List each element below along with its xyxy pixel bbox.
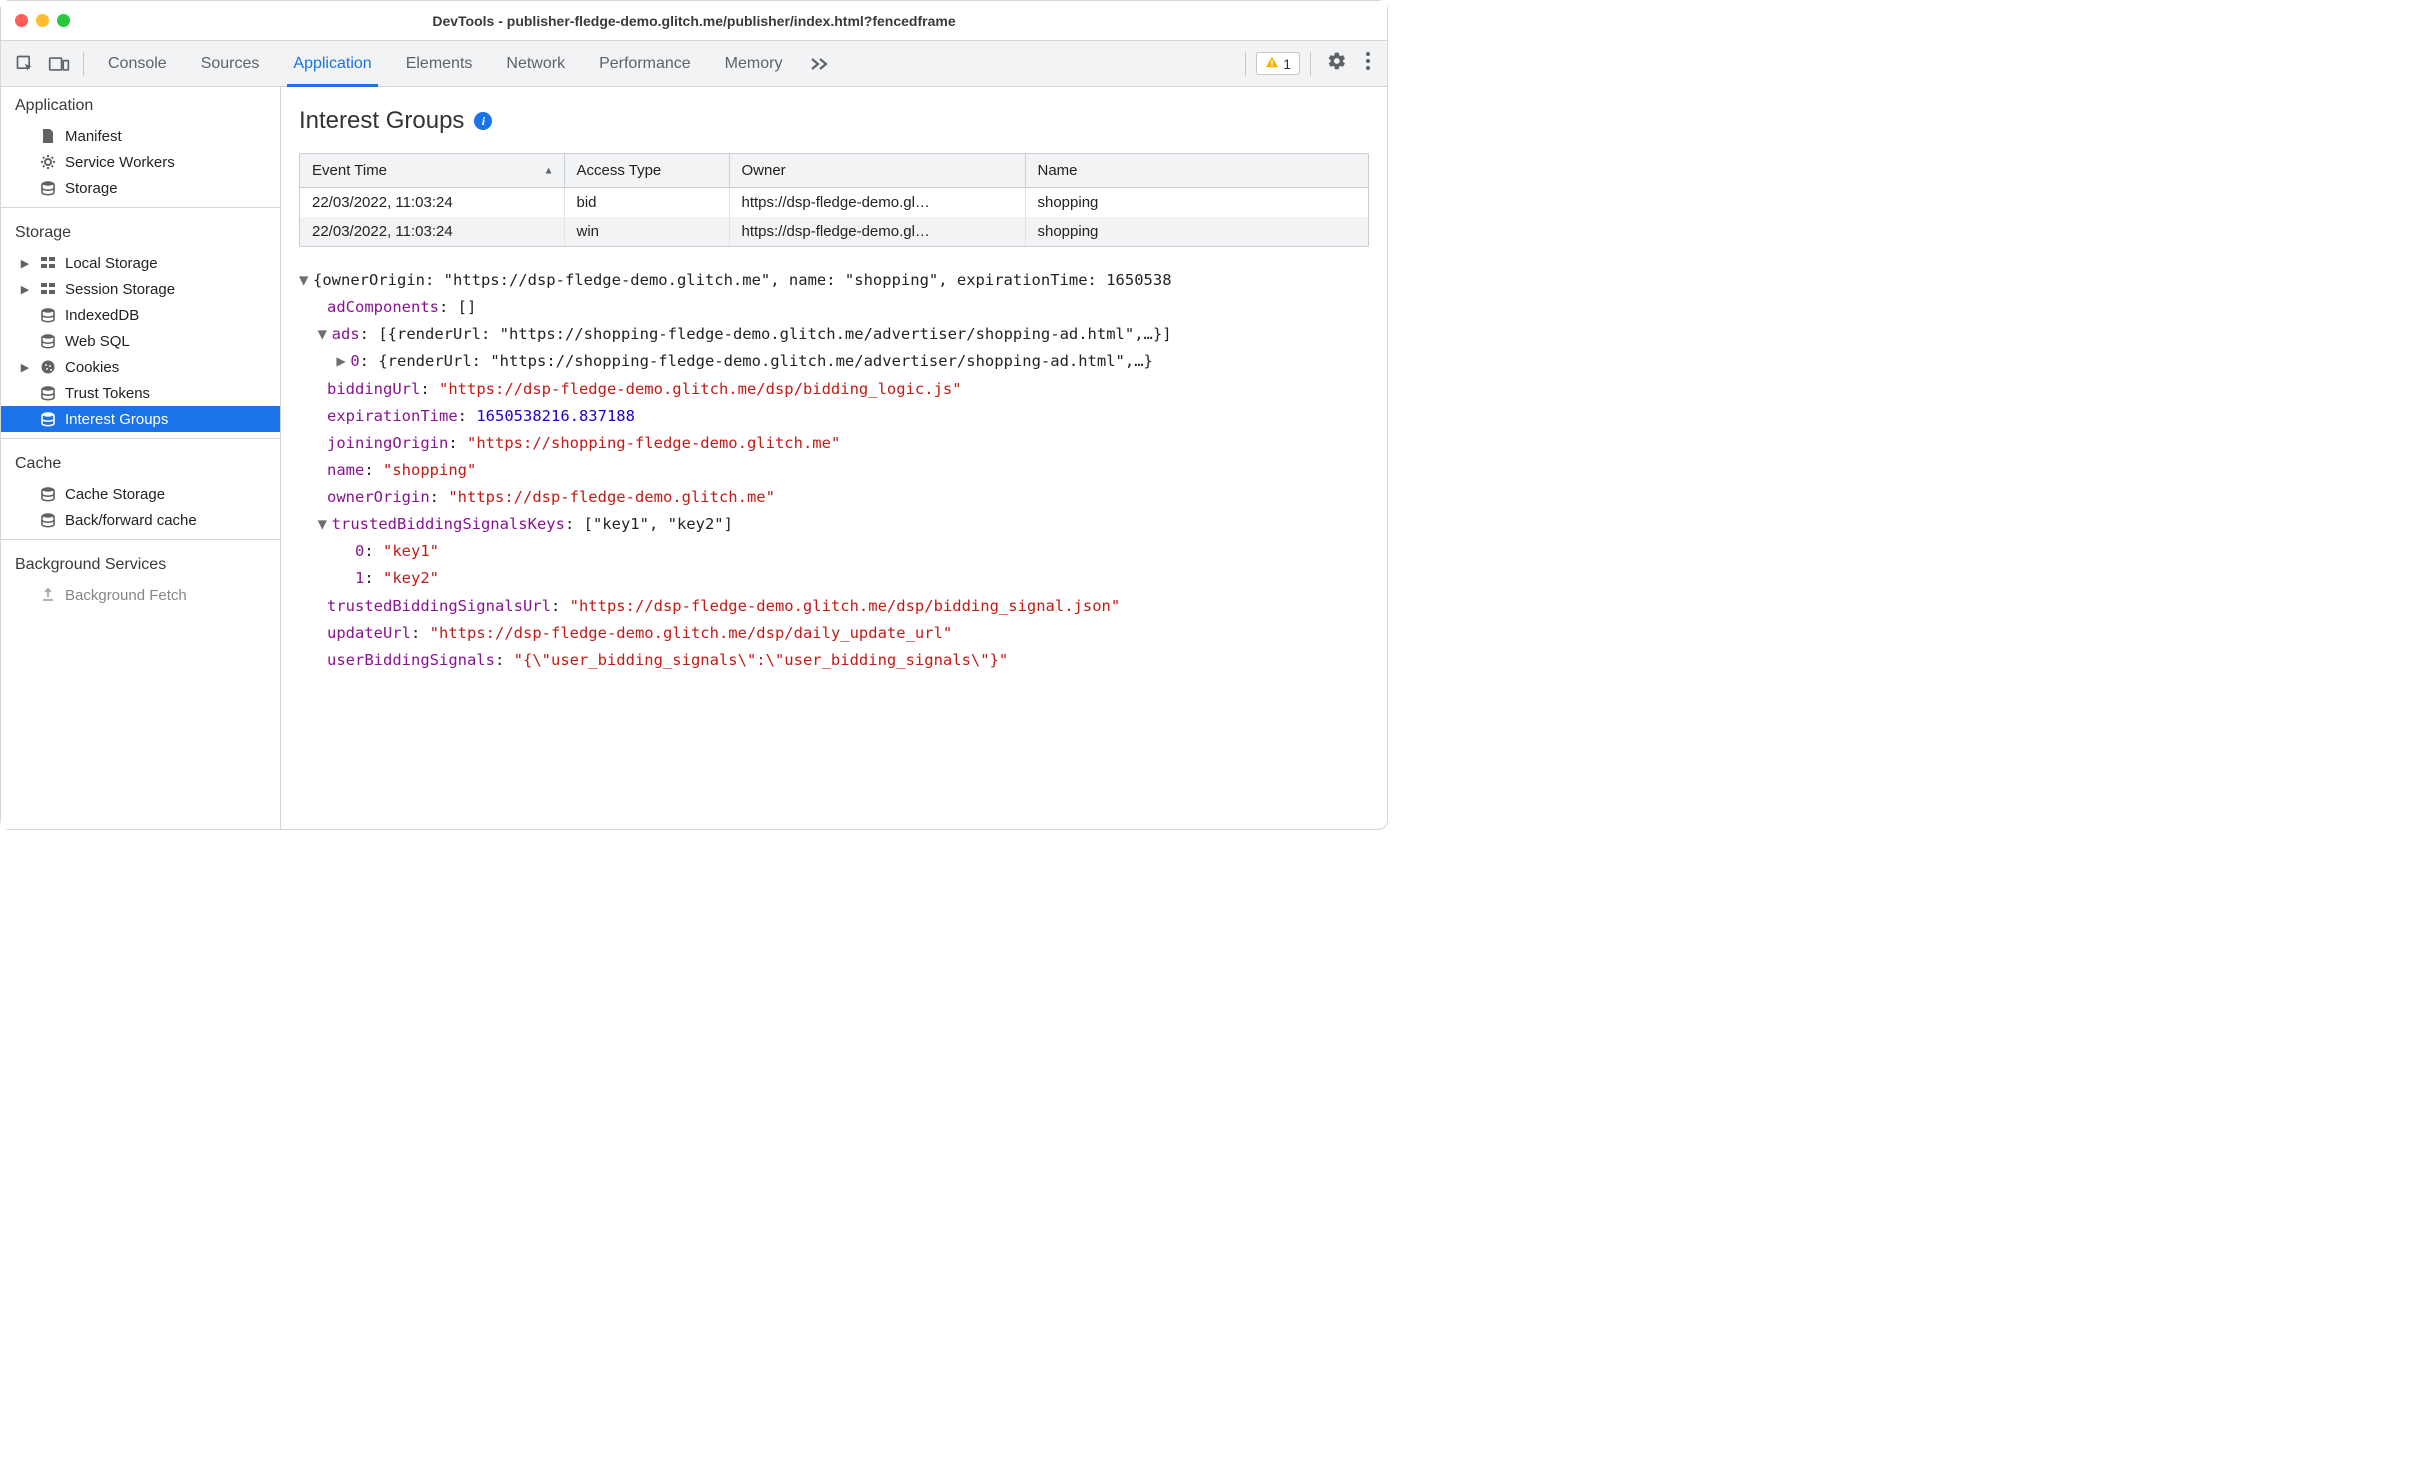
- database-icon: [39, 384, 57, 402]
- window-controls: [15, 14, 70, 27]
- devtools-toolbar: Console Sources Application Elements Net…: [1, 41, 1387, 87]
- database-icon: [39, 485, 57, 503]
- application-sidebar: Application Manifest Service Workers Sto…: [1, 87, 281, 829]
- settings-button[interactable]: [1321, 51, 1353, 76]
- close-window-button[interactable]: [15, 14, 28, 27]
- object-tree[interactable]: ▼{ownerOrigin: "https://dsp-fledge-demo.…: [299, 267, 1369, 674]
- database-icon: [39, 511, 57, 529]
- panel-title: Interest Groups: [299, 107, 464, 135]
- device-toolbar-icon[interactable]: [45, 50, 73, 78]
- workspace: Application Manifest Service Workers Sto…: [1, 87, 1387, 829]
- section-title-storage: Storage: [1, 214, 280, 250]
- object-tree-line[interactable]: userBiddingSignals: "{\"user_bidding_sig…: [299, 647, 1369, 674]
- object-tree-line[interactable]: joiningOrigin: "https://shopping-fledge-…: [299, 430, 1369, 457]
- object-tree-line[interactable]: 1: "key2": [299, 565, 1369, 592]
- object-tree-line[interactable]: 0: "key1": [299, 538, 1369, 565]
- expand-icon[interactable]: ▶: [19, 257, 31, 270]
- toolbar-divider: [1310, 52, 1311, 76]
- section-title-cache: Cache: [1, 445, 280, 481]
- table-header-owner[interactable]: Owner: [729, 154, 1025, 188]
- toolbar-divider: [1245, 52, 1246, 76]
- tab-elements[interactable]: Elements: [392, 41, 487, 87]
- inspect-element-icon[interactable]: [11, 50, 39, 78]
- file-icon: [39, 127, 57, 145]
- more-tabs-button[interactable]: [802, 57, 838, 71]
- sidebar-item-local-storage[interactable]: ▶ Local Storage: [1, 250, 280, 276]
- window-titlebar: DevTools - publisher-fledge-demo.glitch.…: [1, 1, 1387, 41]
- expand-icon[interactable]: ▶: [19, 361, 31, 374]
- sidebar-divider: [1, 207, 280, 208]
- main-panel: Interest Groups i Event Time ▲ Access Ty…: [281, 87, 1387, 829]
- cookie-icon: [39, 358, 57, 376]
- toolbar-divider: [83, 52, 84, 76]
- tab-console[interactable]: Console: [94, 41, 181, 87]
- sidebar-item-trust-tokens[interactable]: Trust Tokens: [1, 380, 280, 406]
- tab-performance[interactable]: Performance: [585, 41, 705, 87]
- sidebar-item-background-fetch[interactable]: Background Fetch: [1, 582, 280, 608]
- sidebar-item-cache-storage[interactable]: Cache Storage: [1, 481, 280, 507]
- sort-asc-icon: ▲: [544, 165, 554, 176]
- object-tree-line[interactable]: ownerOrigin: "https://dsp-fledge-demo.gl…: [299, 484, 1369, 511]
- database-icon: [39, 179, 57, 197]
- object-tree-line[interactable]: trustedBiddingSignalsUrl: "https://dsp-f…: [299, 593, 1369, 620]
- expand-icon[interactable]: ▶: [19, 283, 31, 296]
- database-icon: [39, 306, 57, 324]
- tab-memory[interactable]: Memory: [711, 41, 797, 87]
- gear-icon: [39, 153, 57, 171]
- info-icon[interactable]: i: [474, 112, 492, 130]
- table-row[interactable]: 22/03/2022, 11:03:24 win https://dsp-fle…: [300, 217, 1368, 246]
- issues-count: 1: [1283, 56, 1291, 72]
- issues-badge[interactable]: 1: [1256, 52, 1300, 75]
- tab-sources[interactable]: Sources: [187, 41, 274, 87]
- sidebar-divider: [1, 438, 280, 439]
- panel-header: Interest Groups i: [299, 101, 1369, 153]
- object-tree-line[interactable]: ▼ads: [{renderUrl: "https://shopping-fle…: [299, 321, 1369, 348]
- grid-icon: [39, 280, 57, 298]
- grid-icon: [39, 254, 57, 272]
- window-title: DevTools - publisher-fledge-demo.glitch.…: [1, 13, 1387, 29]
- sidebar-item-back-forward-cache[interactable]: Back/forward cache: [1, 507, 280, 533]
- sidebar-item-manifest[interactable]: Manifest: [1, 123, 280, 149]
- object-tree-line[interactable]: ▶0: {renderUrl: "https://shopping-fledge…: [299, 348, 1369, 375]
- table-row[interactable]: 22/03/2022, 11:03:24 bid https://dsp-fle…: [300, 188, 1368, 218]
- tab-application[interactable]: Application: [279, 41, 385, 87]
- object-tree-line[interactable]: biddingUrl: "https://dsp-fledge-demo.gli…: [299, 376, 1369, 403]
- database-icon: [39, 332, 57, 350]
- object-tree-line[interactable]: name: "shopping": [299, 457, 1369, 484]
- maximize-window-button[interactable]: [57, 14, 70, 27]
- object-tree-line[interactable]: ▼trustedBiddingSignalsKeys: ["key1", "ke…: [299, 511, 1369, 538]
- section-title-application: Application: [1, 87, 280, 123]
- object-tree-line[interactable]: updateUrl: "https://dsp-fledge-demo.glit…: [299, 620, 1369, 647]
- object-tree-line[interactable]: expirationTime: 1650538216.837188: [299, 403, 1369, 430]
- table-header-name[interactable]: Name: [1025, 154, 1368, 188]
- sidebar-item-indexeddb[interactable]: IndexedDB: [1, 302, 280, 328]
- object-tree-line[interactable]: adComponents: []: [299, 294, 1369, 321]
- minimize-window-button[interactable]: [36, 14, 49, 27]
- sidebar-item-service-workers[interactable]: Service Workers: [1, 149, 280, 175]
- interest-groups-table: Event Time ▲ Access Type Owner Name 22/0…: [299, 153, 1369, 247]
- table-header-access-type[interactable]: Access Type: [564, 154, 729, 188]
- upload-icon: [39, 586, 57, 604]
- kebab-menu-button[interactable]: [1359, 51, 1377, 76]
- database-icon: [39, 410, 57, 428]
- sidebar-divider: [1, 539, 280, 540]
- sidebar-item-websql[interactable]: Web SQL: [1, 328, 280, 354]
- table-header-event-time[interactable]: Event Time ▲: [300, 154, 564, 188]
- tab-network[interactable]: Network: [492, 41, 579, 87]
- sidebar-item-cookies[interactable]: ▶ Cookies: [1, 354, 280, 380]
- object-tree-line[interactable]: ▼{ownerOrigin: "https://dsp-fledge-demo.…: [299, 267, 1369, 294]
- sidebar-item-interest-groups[interactable]: Interest Groups: [1, 406, 280, 432]
- warning-icon: [1265, 55, 1279, 72]
- sidebar-item-session-storage[interactable]: ▶ Session Storage: [1, 276, 280, 302]
- sidebar-item-storage[interactable]: Storage: [1, 175, 280, 201]
- section-title-background-services: Background Services: [1, 546, 280, 582]
